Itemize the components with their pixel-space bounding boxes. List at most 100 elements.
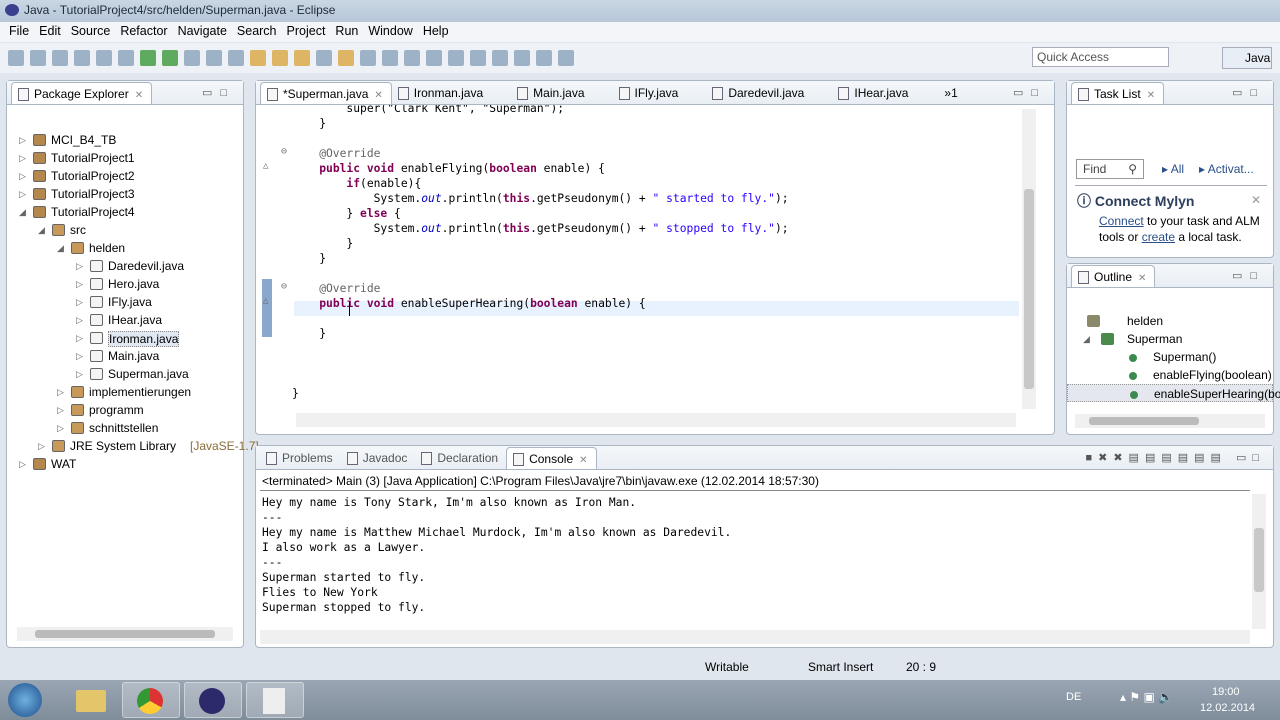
editor-tab[interactable]: IHear.java <box>832 82 916 104</box>
close-icon[interactable]: ✕ <box>1138 273 1146 284</box>
tree-item[interactable]: ▷ implementierungen <box>7 383 243 401</box>
tab-declaration[interactable]: Declaration <box>415 447 506 469</box>
tree-item[interactable]: ▷ programm <box>7 401 243 419</box>
menu-help[interactable]: Help <box>418 22 454 42</box>
menu-window[interactable]: Window <box>363 22 417 42</box>
collapsed-icon[interactable]: ▷ <box>19 131 26 149</box>
minimize-maximize-icons[interactable]: ▭□ <box>1232 269 1265 282</box>
tree-item[interactable]: ▷ Hero.java <box>7 275 243 293</box>
more-tabs-button[interactable]: »1 <box>936 82 965 104</box>
toolbar-button-icon[interactable] <box>30 50 46 66</box>
recorder-taskbar-icon[interactable] <box>246 682 304 718</box>
collapsed-icon[interactable]: ▷ <box>76 347 83 365</box>
editor-tab[interactable]: Daredevil.java <box>706 82 812 104</box>
toolbar-button-icon[interactable] <box>118 50 134 66</box>
horizontal-scrollbar[interactable] <box>1075 414 1265 428</box>
expanded-icon[interactable]: ◢ <box>1083 330 1090 348</box>
eclipse-taskbar-icon[interactable] <box>184 682 242 718</box>
outline-item[interactable]: enableSuperHearing(boolean) <box>1067 384 1280 402</box>
collapsed-icon[interactable]: ▷ <box>76 365 83 383</box>
toolbar-button-icon[interactable] <box>250 50 266 66</box>
expanded-icon[interactable]: ◢ <box>19 203 26 221</box>
menu-project[interactable]: Project <box>282 22 331 42</box>
tree-item[interactable]: ▷ Main.java <box>7 347 243 365</box>
close-icon[interactable]: ✕ <box>1251 193 1261 207</box>
expanded-icon[interactable]: ◢ <box>38 221 45 239</box>
collapsed-icon[interactable]: ▷ <box>57 401 64 419</box>
tree-item[interactable]: ▷ IFly.java <box>7 293 243 311</box>
collapsed-icon[interactable]: ▷ <box>57 383 64 401</box>
collapsed-icon[interactable]: ▷ <box>38 437 45 455</box>
toolbar-button-icon[interactable] <box>536 50 552 66</box>
editor-tab[interactable]: IFly.java <box>613 82 687 104</box>
toolbar-button-icon[interactable] <box>558 50 574 66</box>
toolbar-button-icon[interactable] <box>52 50 68 66</box>
tab-javadoc[interactable]: Javadoc <box>341 447 416 469</box>
toolbar-button-icon[interactable] <box>404 50 420 66</box>
toolbar-button-icon[interactable] <box>206 50 222 66</box>
code-editor[interactable]: super("Clark Kent", "Superman"); } @Over… <box>256 105 1026 415</box>
vertical-scrollbar[interactable] <box>1022 109 1036 409</box>
quick-access-input[interactable]: Quick Access <box>1032 47 1169 67</box>
tree-item[interactable]: ◢ TutorialProject4 <box>7 203 243 221</box>
close-icon[interactable]: ✕ <box>135 90 143 101</box>
language-indicator[interactable]: DE <box>1066 691 1081 703</box>
toolbar-button-icon[interactable] <box>492 50 508 66</box>
menu-navigate[interactable]: Navigate <box>173 22 232 42</box>
horizontal-scrollbar[interactable] <box>296 413 1016 427</box>
tree-item[interactable]: ◢ src <box>7 221 243 239</box>
close-icon[interactable]: ✕ <box>1147 90 1155 101</box>
toolbar-button-icon[interactable] <box>294 50 310 66</box>
minimize-maximize-icons[interactable]: ▭□ <box>202 86 235 99</box>
toolbar-button-icon[interactable] <box>448 50 464 66</box>
console-output[interactable]: Hey my name is Tony Stark, Im'm also kno… <box>256 494 1246 624</box>
outline-item[interactable]: Superman() <box>1067 348 1273 366</box>
outline-item[interactable]: helden <box>1067 312 1273 330</box>
tree-item[interactable]: ▷ IHear.java <box>7 311 243 329</box>
minimize-maximize-icons[interactable]: ▭□ <box>1013 86 1046 99</box>
menu-file[interactable]: File <box>4 22 34 42</box>
clock-time[interactable]: 19:00 <box>1212 686 1240 698</box>
close-icon[interactable]: ✕ <box>374 90 382 101</box>
vertical-scrollbar[interactable] <box>1252 494 1266 629</box>
outline-item[interactable]: ◢ Superman <box>1067 330 1273 348</box>
tree-item[interactable]: ▷ WAT <box>7 455 243 473</box>
tree-item[interactable]: ▷ Ironman.java <box>7 329 243 347</box>
collapse-fold-icon[interactable]: ⊖ <box>281 281 287 292</box>
collapsed-icon[interactable]: ▷ <box>19 167 26 185</box>
filter-activate-link[interactable]: ▸ Activat... <box>1199 162 1254 176</box>
editor-tab[interactable]: Main.java <box>511 82 592 104</box>
create-link[interactable]: create <box>1142 230 1175 244</box>
tab-outline[interactable]: Outline ✕ <box>1071 265 1156 287</box>
clock-date[interactable]: 12.02.2014 <box>1200 702 1255 714</box>
menu-edit[interactable]: Edit <box>34 22 66 42</box>
collapsed-icon[interactable]: ▷ <box>57 419 64 437</box>
collapsed-icon[interactable]: ▷ <box>19 185 26 203</box>
start-button[interactable] <box>8 683 42 717</box>
tab-task-list[interactable]: Task List ✕ <box>1071 82 1165 104</box>
toolbar-button-icon[interactable] <box>426 50 442 66</box>
collapsed-icon[interactable]: ▷ <box>76 257 83 275</box>
editor-tab[interactable]: Ironman.java <box>392 82 491 104</box>
tab-package-explorer[interactable]: Package Explorer ✕ <box>11 82 153 104</box>
tab-problems[interactable]: Problems <box>260 447 341 469</box>
toolbar-button-icon[interactable] <box>272 50 288 66</box>
tree-item[interactable]: ▷ TutorialProject2 <box>7 167 243 185</box>
toolbar-button-icon[interactable] <box>338 50 354 66</box>
tab-console[interactable]: Console ✕ <box>506 447 597 469</box>
menu-refactor[interactable]: Refactor <box>115 22 172 42</box>
tree-item[interactable]: ▷ JRE System Library [JavaSE-1.7] <box>7 437 259 455</box>
toolbar-button-icon[interactable] <box>162 50 178 66</box>
menu-run[interactable]: Run <box>330 22 363 42</box>
tree-item[interactable]: ▷ TutorialProject3 <box>7 185 243 203</box>
tree-item[interactable]: ▷ Daredevil.java <box>7 257 243 275</box>
toolbar-button-icon[interactable] <box>382 50 398 66</box>
toolbar-button-icon[interactable] <box>8 50 24 66</box>
console-toolbar[interactable]: ■✖✖▤▤▤▤▤▤ ▭□ <box>1085 451 1265 464</box>
collapsed-icon[interactable]: ▷ <box>76 293 83 311</box>
toolbar-button-icon[interactable] <box>96 50 112 66</box>
collapsed-icon[interactable]: ▷ <box>76 275 83 293</box>
editor-tab[interactable]: *Superman.java ✕ <box>260 82 392 104</box>
toolbar-button-icon[interactable] <box>74 50 90 66</box>
collapsed-icon[interactable]: ▷ <box>19 455 26 473</box>
